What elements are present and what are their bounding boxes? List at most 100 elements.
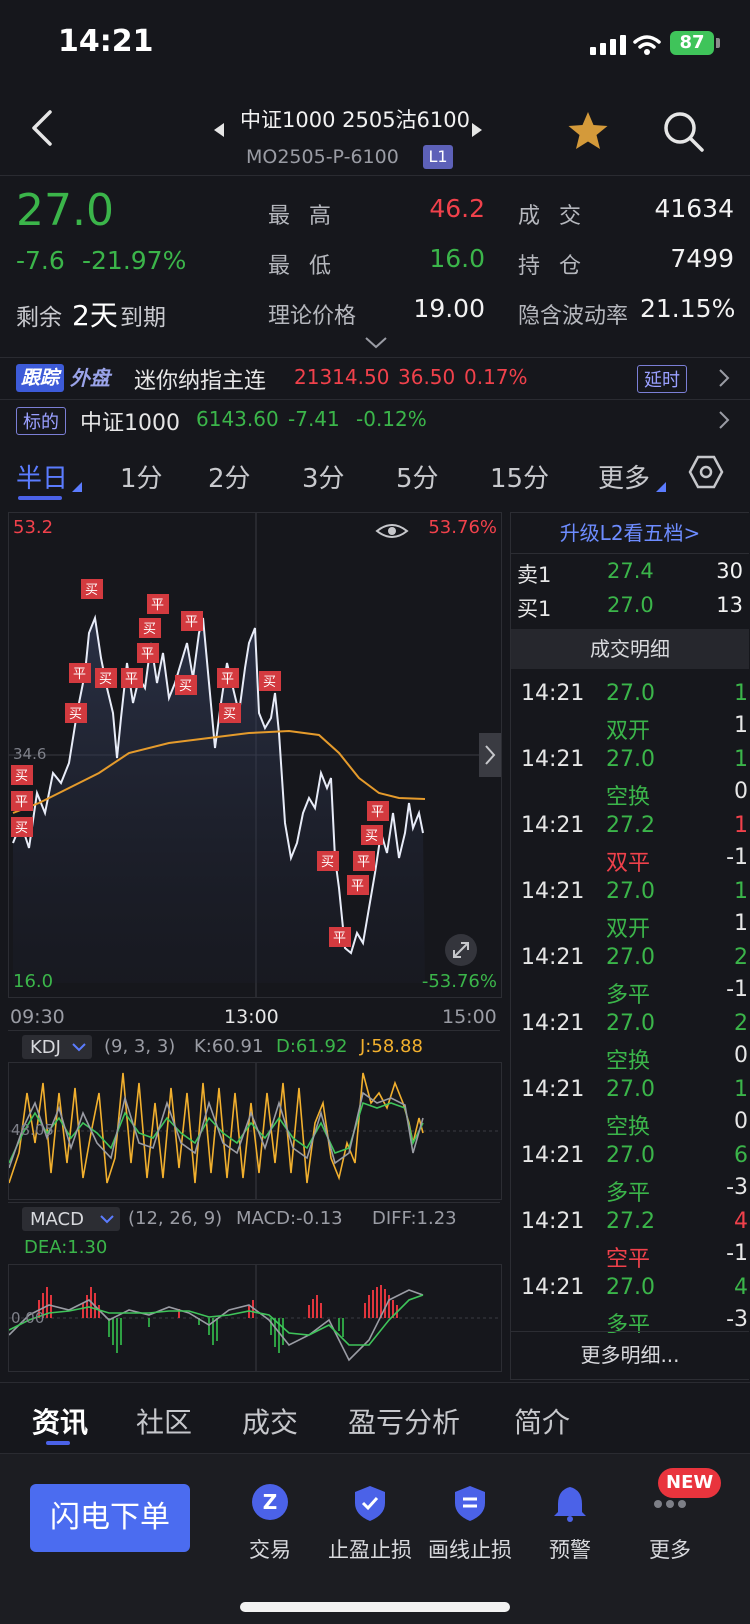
- status-bar: 14:21 87: [0, 0, 750, 90]
- trade-price: 27.2: [606, 1209, 655, 1234]
- trade-oi-change: 1: [734, 713, 748, 738]
- macd-params: (12, 26, 9): [128, 1208, 223, 1229]
- svg-text:买: 买: [263, 675, 276, 690]
- trade-price: 27.2: [606, 813, 655, 838]
- svg-text:平: 平: [333, 931, 346, 946]
- tab-trades[interactable]: 成交: [242, 1401, 298, 1441]
- tab-news[interactable]: 资讯: [32, 1401, 88, 1441]
- ticker-foreign[interactable]: 跟踪 外盘 迷你纳指主连 21314.50 36.50 0.17% 延时: [0, 358, 750, 398]
- tab-1min[interactable]: 1分: [120, 458, 163, 495]
- price-change: -7.6: [16, 246, 65, 275]
- price-chart: 买 平 买 平 平 平 买 平 平 买 买 买 买 买 平 买 买 平 买 平 …: [9, 513, 501, 997]
- trade-time: 14:21: [521, 1209, 585, 1234]
- tab-15min[interactable]: 15分: [490, 458, 549, 495]
- price-chart-panel: 买 平 买 平 平 平 买 平 平 买 买 买 买 买 平 买 买 平 买 平 …: [8, 512, 502, 998]
- ticker-price: 21314.50: [294, 365, 390, 389]
- svg-text:平: 平: [125, 672, 138, 687]
- alert-button[interactable]: 预警: [525, 1484, 615, 1564]
- more-details-link[interactable]: 更多明细...: [511, 1335, 749, 1375]
- remaining-label: 剩余: [16, 305, 62, 331]
- level-badge: L1: [423, 145, 453, 169]
- macd-selector[interactable]: MACD: [22, 1207, 120, 1231]
- next-contract-icon[interactable]: [470, 122, 484, 138]
- open-interest-value: 7499: [670, 244, 734, 273]
- macd-diff: DIFF:1.23: [372, 1208, 457, 1229]
- line-stop-icon: [455, 1486, 485, 1521]
- tab-5min[interactable]: 5分: [396, 458, 439, 495]
- trade-time: 14:21: [521, 1143, 585, 1168]
- battery-icon: 87: [670, 31, 714, 55]
- signal-bar: [610, 39, 616, 55]
- trade-row: 14:21 27.0 4 多平 -3: [511, 1267, 749, 1333]
- trade-time: 14:21: [521, 1011, 585, 1036]
- trade-time: 14:21: [521, 813, 585, 838]
- ticker-pct: 0.17%: [464, 365, 528, 389]
- macd-dea: DEA:1.30: [24, 1237, 108, 1258]
- chevron-right-icon: [719, 411, 730, 429]
- chevron-down-icon: [100, 1215, 114, 1224]
- fullscreen-icon[interactable]: [445, 934, 477, 966]
- search-icon[interactable]: [662, 110, 706, 154]
- signal-icon: [590, 47, 596, 55]
- trade-row: 14:21 27.0 1 双开 1: [511, 871, 749, 942]
- tab-intro[interactable]: 简介: [514, 1401, 570, 1441]
- svg-text:平: 平: [221, 672, 234, 687]
- last-price: 27.0: [16, 185, 114, 236]
- svg-text:买: 买: [15, 821, 28, 836]
- trade-button[interactable]: Z 交易: [225, 1484, 315, 1564]
- delay-badge: 延时: [637, 365, 687, 393]
- stop-profit-loss-button[interactable]: 止盈止损: [325, 1484, 415, 1564]
- tab-more[interactable]: 更多: [598, 458, 650, 495]
- trade-row: 14:21 27.0 1 空换 0: [511, 739, 749, 810]
- signal-bar: [620, 35, 626, 55]
- line-stop-button[interactable]: 画线止损: [425, 1484, 515, 1564]
- svg-text:买: 买: [69, 707, 82, 722]
- trade-volume: 1: [734, 1077, 748, 1102]
- trade-oi-change: 0: [734, 779, 748, 804]
- trade-price: 27.0: [606, 1275, 655, 1300]
- low-label: 最 低: [268, 254, 337, 279]
- time-mid: 13:00: [224, 1006, 279, 1028]
- favorite-star-icon[interactable]: [566, 110, 610, 152]
- eye-icon[interactable]: [375, 524, 409, 538]
- new-badge: NEW: [658, 1468, 722, 1498]
- chart-max-label: 53.2: [13, 517, 54, 538]
- ticker-underlying[interactable]: 标的 中证1000 6143.60 -7.41 -0.12%: [0, 400, 750, 440]
- kdj-chart-panel: 48.05: [8, 1062, 502, 1200]
- tab-community[interactable]: 社区: [136, 1401, 192, 1441]
- expire-label: 到期: [120, 305, 166, 331]
- chevron-right-icon: [719, 369, 730, 387]
- trade-oi-change: 0: [734, 1043, 748, 1068]
- tab-2min[interactable]: 2分: [208, 458, 251, 495]
- info-tab-indicator: [46, 1441, 70, 1445]
- flash-order-button[interactable]: 闪电下单: [30, 1484, 190, 1552]
- order-book-panel: 升级L2看五档> 卖1 27.4 30 买1 27.0 13 成交明细 14:2…: [510, 512, 749, 1380]
- collapse-handle[interactable]: [479, 733, 501, 777]
- back-icon[interactable]: [28, 108, 58, 148]
- tab-pnl[interactable]: 盈亏分析: [348, 1401, 460, 1441]
- trade-price: 27.0: [606, 1143, 655, 1168]
- trade-volume: 1: [734, 681, 748, 706]
- home-indicator: [240, 1602, 510, 1612]
- sell1-price: 27.4: [607, 559, 654, 583]
- svg-text:买: 买: [143, 622, 156, 637]
- chart-mid-label: 34.6: [13, 745, 47, 763]
- tab-half-day[interactable]: 半日: [16, 458, 68, 495]
- shield-check-icon: [355, 1486, 385, 1521]
- tab-3min[interactable]: 3分: [302, 458, 345, 495]
- sell1-volume: 30: [716, 559, 743, 583]
- sell1-label: 卖1: [517, 563, 552, 587]
- expand-chevron-icon[interactable]: [364, 336, 388, 350]
- theory-label: 理论价格: [268, 304, 357, 329]
- settings-hexagon-icon[interactable]: [688, 454, 724, 490]
- kdj-selector[interactable]: KDJ: [22, 1035, 92, 1059]
- svg-text:买: 买: [15, 769, 28, 784]
- trade-oi-change: 0: [734, 1109, 748, 1134]
- action-bar: 闪电下单 Z 交易 止盈止损 画线止损 预警 更多 NEW: [0, 1454, 750, 1624]
- upgrade-l2-link[interactable]: 升级L2看五档>: [511, 513, 749, 553]
- underlying-change: -7.41: [288, 407, 340, 431]
- prev-contract-icon[interactable]: [212, 122, 226, 138]
- trade-row: 14:21 27.0 2 空换 0: [511, 1003, 749, 1074]
- trade-volume: 1: [734, 879, 748, 904]
- buy1-label: 买1: [517, 597, 552, 621]
